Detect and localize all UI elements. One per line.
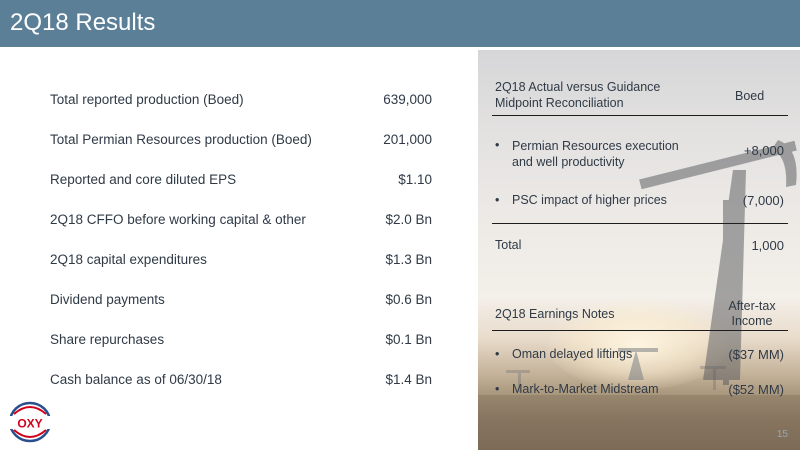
item-value: (7,000): [742, 193, 784, 208]
total-value: 1,000: [751, 238, 784, 253]
metric-label: Total Permian Resources production (Boed…: [50, 132, 312, 147]
bullet-icon: •: [495, 347, 500, 361]
metric-value: $1.3 Bn: [385, 252, 432, 267]
reconciliation-heading: 2Q18 Actual versus Guidance Midpoint Rec…: [495, 79, 660, 111]
item-label: Permian Resources execution: [512, 139, 679, 153]
item-label: PSC impact of higher prices: [512, 193, 667, 207]
item-value: +8,000: [743, 143, 784, 158]
metric-label: Total reported production (Boed): [50, 92, 244, 107]
unit-line: After-tax: [728, 299, 776, 313]
metric-row: Dividend payments $0.6 Bn: [50, 280, 435, 320]
bullet-icon: •: [495, 193, 500, 207]
total-divider: [492, 223, 788, 224]
note-value: ($52 MM): [728, 382, 784, 397]
unit-line: Income: [731, 314, 773, 328]
note-label: Oman delayed liftings: [512, 347, 633, 361]
metric-value: $0.6 Bn: [385, 292, 432, 307]
metric-label: Dividend payments: [50, 292, 165, 307]
metric-row: Total Permian Resources production (Boed…: [50, 120, 435, 160]
logo-wordmark: OXY: [17, 417, 42, 431]
metric-value: $2.0 Bn: [385, 212, 432, 227]
metric-label: 2Q18 CFFO before working capital & other: [50, 212, 306, 227]
total-label: Total: [495, 238, 522, 252]
notes-divider: [492, 330, 788, 331]
metric-label: 2Q18 capital expenditures: [50, 252, 207, 267]
metric-value: 201,000: [383, 132, 432, 147]
metric-row: 2Q18 capital expenditures $1.3 Bn: [50, 240, 435, 280]
metric-row: Total reported production (Boed) 639,000: [50, 80, 435, 120]
boed-unit-label: Boed: [735, 89, 765, 103]
metric-label: Reported and core diluted EPS: [50, 172, 237, 187]
item-label: and well productivity: [512, 155, 625, 169]
results-table: Total reported production (Boed) 639,000…: [50, 80, 435, 400]
metric-row: Share repurchases $0.1 Bn: [50, 320, 435, 360]
heading-line: Midpoint Reconciliation: [495, 96, 624, 110]
metric-value: 639,000: [383, 92, 432, 107]
heading-line: 2Q18 Actual versus Guidance: [495, 80, 661, 94]
bullet-icon: •: [495, 138, 500, 152]
metric-row: Cash balance as of 06/30/18 $1.4 Bn: [50, 360, 435, 400]
metric-row: 2Q18 CFFO before working capital & other…: [50, 200, 435, 240]
oxy-logo: OXY: [8, 401, 52, 443]
metric-row: Reported and core diluted EPS $1.10: [50, 160, 435, 200]
metric-value: $1.10: [398, 172, 432, 187]
page-number: 15: [776, 429, 788, 440]
bullet-icon: •: [495, 382, 500, 396]
title-bar: 2Q18 Results: [0, 0, 800, 47]
note-label: Mark-to-Market Midstream: [512, 382, 659, 396]
earnings-notes-heading: 2Q18 Earnings Notes: [495, 307, 615, 321]
header-divider: [492, 115, 788, 116]
metric-label: Cash balance as of 06/30/18: [50, 372, 222, 387]
metric-value: $1.4 Bn: [385, 372, 432, 387]
metric-value: $0.1 Bn: [385, 332, 432, 347]
after-tax-unit-label: After-tax Income: [722, 299, 782, 329]
metric-label: Share repurchases: [50, 332, 165, 347]
note-value: ($37 MM): [728, 347, 784, 362]
slide-title: 2Q18 Results: [10, 9, 156, 36]
reconciliation-item: Permian Resources execution and well pro…: [512, 138, 679, 170]
